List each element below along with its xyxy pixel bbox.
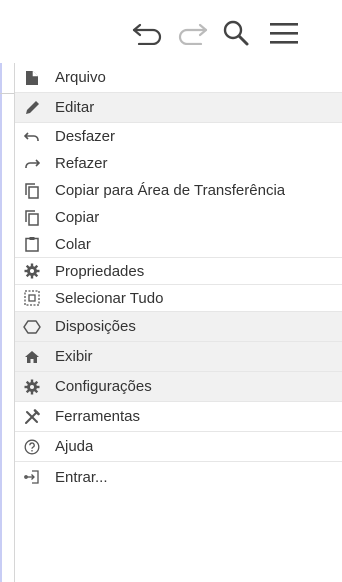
redo-button[interactable] [172,18,212,48]
menu-item-entrar[interactable]: Entrar... [15,462,342,492]
clipboard-icon [23,235,41,253]
menu-item-label: Entrar... [55,468,108,486]
menu-item-propriedades[interactable]: Propriedades [15,258,342,285]
search-icon [222,19,250,47]
copy-icon [23,209,41,227]
menu-item-disposicoes[interactable]: Disposições [15,312,342,342]
menu-item-label: Exibir [55,348,93,365]
menu-item-colar[interactable]: Colar [15,231,342,258]
menu-item-refazer[interactable]: Refazer [15,150,342,177]
menu-item-label: Propriedades [55,262,145,280]
menu-item-label: Desfazer [55,128,116,145]
menu-item-label: Ferramentas [55,408,141,425]
main-menu-button[interactable] [264,18,304,48]
pencil-icon [23,99,41,117]
help-icon [23,438,41,456]
menu-item-label: Editar [55,99,95,116]
undo-icon [23,128,41,146]
redo-icon [175,21,209,45]
undo-button[interactable] [128,18,168,48]
menu-item-label: Selecionar Tudo [55,289,164,307]
menu-item-label: Copiar [55,209,100,226]
menu-item-label: Ajuda [55,438,94,455]
menu-item-ajuda[interactable]: Ajuda [15,432,342,462]
menu-item-label: Refazer [55,155,108,172]
menu-item-ferramentas[interactable]: Ferramentas [15,402,342,432]
dropdown-menu: Arquivo Editar Desfazer Refazer Copiar p… [14,63,342,582]
file-icon [23,69,41,87]
menu-item-arquivo[interactable]: Arquivo [15,63,342,93]
menu-item-label: Copiar para Área de Transferência [55,182,286,199]
menu-item-label: Colar [55,235,91,253]
menu-item-label: Disposições [55,318,136,335]
menu-item-editar[interactable]: Editar [15,93,342,123]
select-all-icon [23,289,41,307]
settings-icon [23,378,41,396]
copy-icon [23,182,41,200]
menu-item-label: Arquivo [55,69,106,86]
menu-item-copiar[interactable]: Copiar [15,204,342,231]
divider [0,93,14,94]
menu-item-copiar-area-transferencia[interactable]: Copiar para Área de Transferência [15,177,342,204]
layout-icon [23,318,41,336]
menu-item-desfazer[interactable]: Desfazer [15,123,342,150]
home-icon [23,348,41,366]
menu-item-exibir[interactable]: Exibir [15,342,342,372]
undo-icon [131,21,165,45]
tools-icon [23,408,41,426]
redo-icon [23,155,41,173]
menu-item-label: Configurações [55,378,152,395]
menu-item-selecionar-tudo[interactable]: Selecionar Tudo [15,285,342,312]
search-button[interactable] [218,18,254,48]
gear-icon [23,262,41,280]
menu-item-configuracoes[interactable]: Configurações [15,372,342,402]
sign-in-icon [23,468,41,486]
toolbar [0,0,342,63]
hamburger-menu-icon [269,21,299,45]
